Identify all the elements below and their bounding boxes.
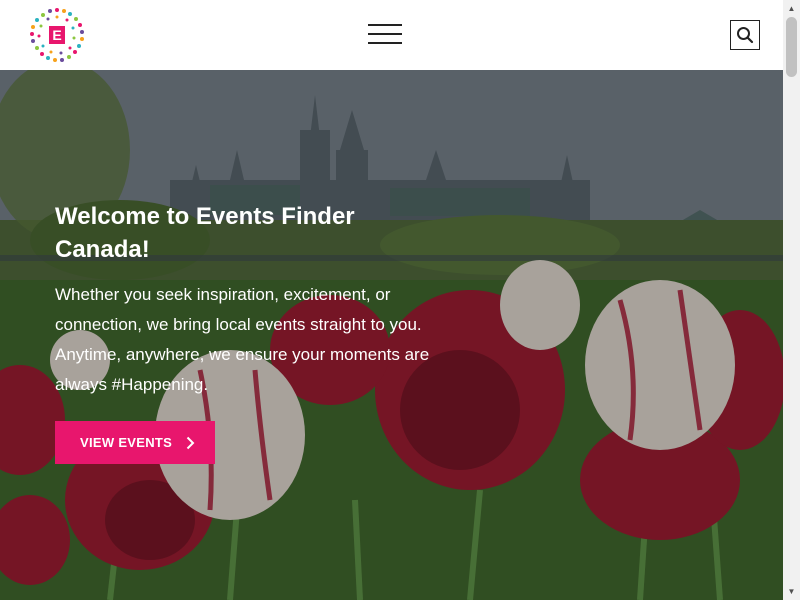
chevron-right-icon: [186, 436, 195, 449]
view-events-label: VIEW EVENTS: [80, 435, 173, 450]
site-header: E: [0, 0, 783, 70]
view-events-button[interactable]: VIEW EVENTS: [55, 421, 216, 464]
hero-title: Welcome to Events Finder Canada!: [55, 203, 355, 263]
hero-content: Welcome to Events Finder Canada! Whether…: [55, 200, 455, 464]
scroll-up-arrow-icon[interactable]: ▲: [783, 0, 800, 17]
search-button[interactable]: [730, 20, 760, 50]
logo-letter: E: [52, 27, 61, 43]
menu-bar: [368, 33, 402, 35]
menu-bar: [368, 24, 402, 26]
site-logo[interactable]: E: [28, 6, 86, 64]
vertical-scrollbar[interactable]: ▲ ▼: [783, 0, 800, 600]
search-icon: [737, 27, 754, 44]
menu-bar: [368, 42, 402, 44]
hamburger-menu-icon[interactable]: [368, 22, 402, 46]
hero-description: Whether you seek inspiration, excitement…: [55, 285, 430, 394]
scrollbar-thumb[interactable]: [786, 17, 797, 77]
scroll-down-arrow-icon[interactable]: ▼: [783, 583, 800, 600]
hero-section: Welcome to Events Finder Canada! Whether…: [0, 70, 783, 600]
